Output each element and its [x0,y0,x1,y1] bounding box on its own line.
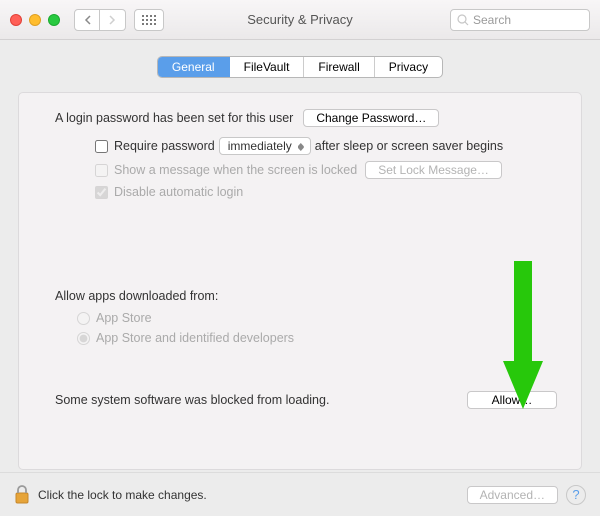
require-password-delay-popup[interactable]: immediately [219,137,311,155]
window-controls [10,14,60,26]
blocked-software-text: Some system software was blocked from lo… [55,393,467,407]
help-button[interactable]: ? [566,485,586,505]
allow-apps-radio-identified [77,332,90,345]
forward-button[interactable] [100,9,126,31]
tab-firewall[interactable]: Firewall [304,57,374,77]
navigation-buttons [74,9,126,31]
search-field[interactable]: Search [450,9,590,31]
disable-auto-login-label: Disable automatic login [114,185,243,199]
allow-apps-option-identified: App Store and identified developers [96,331,294,345]
minimize-button[interactable] [29,14,41,26]
allow-apps-heading: Allow apps downloaded from: [55,289,563,303]
search-icon [457,14,469,26]
show-message-checkbox [95,164,108,177]
lock-text: Click the lock to make changes. [38,488,467,502]
search-placeholder: Search [473,13,511,27]
tab-privacy[interactable]: Privacy [375,57,442,77]
titlebar: Security & Privacy Search [0,0,600,40]
lock-icon[interactable] [14,485,30,505]
chevron-left-icon [84,15,91,25]
login-password-text: A login password has been set for this u… [55,111,293,125]
footer-bar: Click the lock to make changes. Advanced… [0,472,600,516]
require-password-label: Require password [114,139,215,153]
window-title: Security & Privacy [247,12,352,27]
allow-button[interactable]: Allow… [467,391,557,409]
show-all-prefs-button[interactable] [134,9,164,31]
require-password-checkbox[interactable] [95,140,108,153]
allow-apps-radio-appstore [77,312,90,325]
tab-general[interactable]: General [158,57,230,77]
set-lock-message-button: Set Lock Message… [365,161,502,179]
zoom-button[interactable] [48,14,60,26]
allow-apps-option-appstore: App Store [96,311,152,325]
advanced-button: Advanced… [467,486,558,504]
back-button[interactable] [74,9,100,31]
grid-icon [142,15,156,25]
general-panel: A login password has been set for this u… [18,92,582,470]
close-button[interactable] [10,14,22,26]
require-password-tail: after sleep or screen saver begins [315,139,503,153]
tab-strip: General FileVault Firewall Privacy [0,56,600,78]
chevron-right-icon [109,15,116,25]
disable-auto-login-checkbox [95,186,108,199]
tab-filevault[interactable]: FileVault [230,57,305,77]
change-password-button[interactable]: Change Password… [303,109,439,127]
show-message-label: Show a message when the screen is locked [114,163,357,177]
